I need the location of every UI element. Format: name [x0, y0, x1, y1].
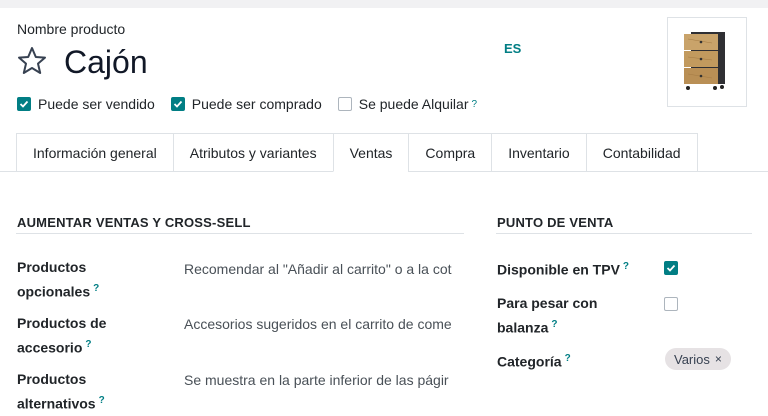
label-line: Productos [17, 259, 87, 275]
section-divider [16, 233, 464, 234]
section-divider [496, 233, 752, 234]
help-tooltip-icon[interactable]: ? [472, 99, 478, 110]
pos-section-title: PUNTO DE VENTA [497, 215, 614, 230]
category-tag-label: Varios [674, 351, 710, 367]
check-icon [173, 100, 182, 108]
checkbox-label: Se puede Alquilar [358, 96, 469, 112]
check-icon [19, 100, 29, 108]
upsell-section-title: AUMENTAR VENTAS Y CROSS-SELL [17, 215, 251, 230]
product-name-input[interactable]: Cajón [64, 42, 148, 82]
check-icon [666, 264, 676, 272]
language-badge[interactable]: ES [504, 41, 521, 56]
product-flags: Puede ser vendido Puede ser comprado Se … [17, 96, 493, 112]
tab-attributes-variants[interactable]: Atributos y variantes [172, 133, 333, 172]
close-icon[interactable]: × [715, 352, 722, 366]
product-name-label: Nombre producto [17, 21, 126, 37]
help-tooltip-icon[interactable]: ? [85, 339, 91, 350]
checkbox-box[interactable] [337, 97, 352, 111]
available-in-pos-label: Disponible en TPV? [497, 256, 629, 281]
label-line: accesorio [17, 339, 83, 356]
tab-sales[interactable]: Ventas [332, 133, 409, 172]
optional-products-label: Productos opcionales? [17, 256, 99, 303]
help-tooltip-icon[interactable]: ? [551, 319, 557, 330]
to-weigh-label: Para pesar con balanza? [497, 292, 597, 339]
can-be-sold-checkbox[interactable]: Puede ser vendido [17, 96, 155, 112]
help-tooltip-icon[interactable]: ? [99, 395, 105, 406]
label-line: balanza [497, 319, 549, 336]
product-image[interactable] [667, 17, 747, 107]
label-line: Categoría [497, 353, 562, 370]
to-weigh-checkbox[interactable] [664, 297, 678, 311]
tab-inventory[interactable]: Inventario [491, 133, 586, 172]
label-line: Disponible en TPV [497, 261, 620, 278]
help-tooltip-icon[interactable]: ? [623, 261, 629, 272]
alternative-products-label: Productos alternativos? [17, 368, 105, 415]
favorite-star-icon[interactable] [16, 45, 48, 77]
notebook-tabs: Información general Atributos y variante… [16, 133, 698, 172]
label-line: Productos de [17, 315, 107, 331]
can-be-rented-checkbox[interactable]: Se puede Alquilar ? [337, 96, 478, 112]
tab-purchase[interactable]: Compra [408, 133, 492, 172]
label-line: opcionales [17, 283, 91, 300]
label-line: Para pesar con [497, 295, 598, 311]
tab-accounting[interactable]: Contabilidad [585, 133, 698, 172]
checkbox-label: Puede ser vendido [38, 96, 155, 112]
alternative-products-input[interactable]: Se muestra en la parte inferior de las p… [184, 372, 456, 388]
optional-products-input[interactable]: Recomendar al "Añadir al carrito" o a la… [184, 261, 456, 277]
pos-category-label: Categoría? [497, 348, 571, 373]
available-in-pos-checkbox[interactable] [664, 261, 678, 275]
label-line: alternativos [17, 395, 96, 412]
checkbox-box[interactable] [170, 97, 185, 111]
category-tag: Varios × [665, 348, 731, 370]
top-band [0, 0, 768, 8]
checkbox-label: Puede ser comprado [191, 96, 322, 112]
drawer-cabinet-image [684, 32, 725, 90]
checkbox-box[interactable] [17, 97, 31, 111]
help-tooltip-icon[interactable]: ? [93, 283, 99, 294]
can-be-purchased-checkbox[interactable]: Puede ser comprado [170, 96, 322, 112]
accessory-products-input[interactable]: Accesorios sugeridos en el carrito de co… [184, 316, 456, 332]
accessory-products-label: Productos de accesorio? [17, 312, 106, 359]
label-line: Productos [17, 371, 87, 387]
tab-general-information[interactable]: Información general [16, 133, 173, 172]
help-tooltip-icon[interactable]: ? [565, 353, 571, 364]
